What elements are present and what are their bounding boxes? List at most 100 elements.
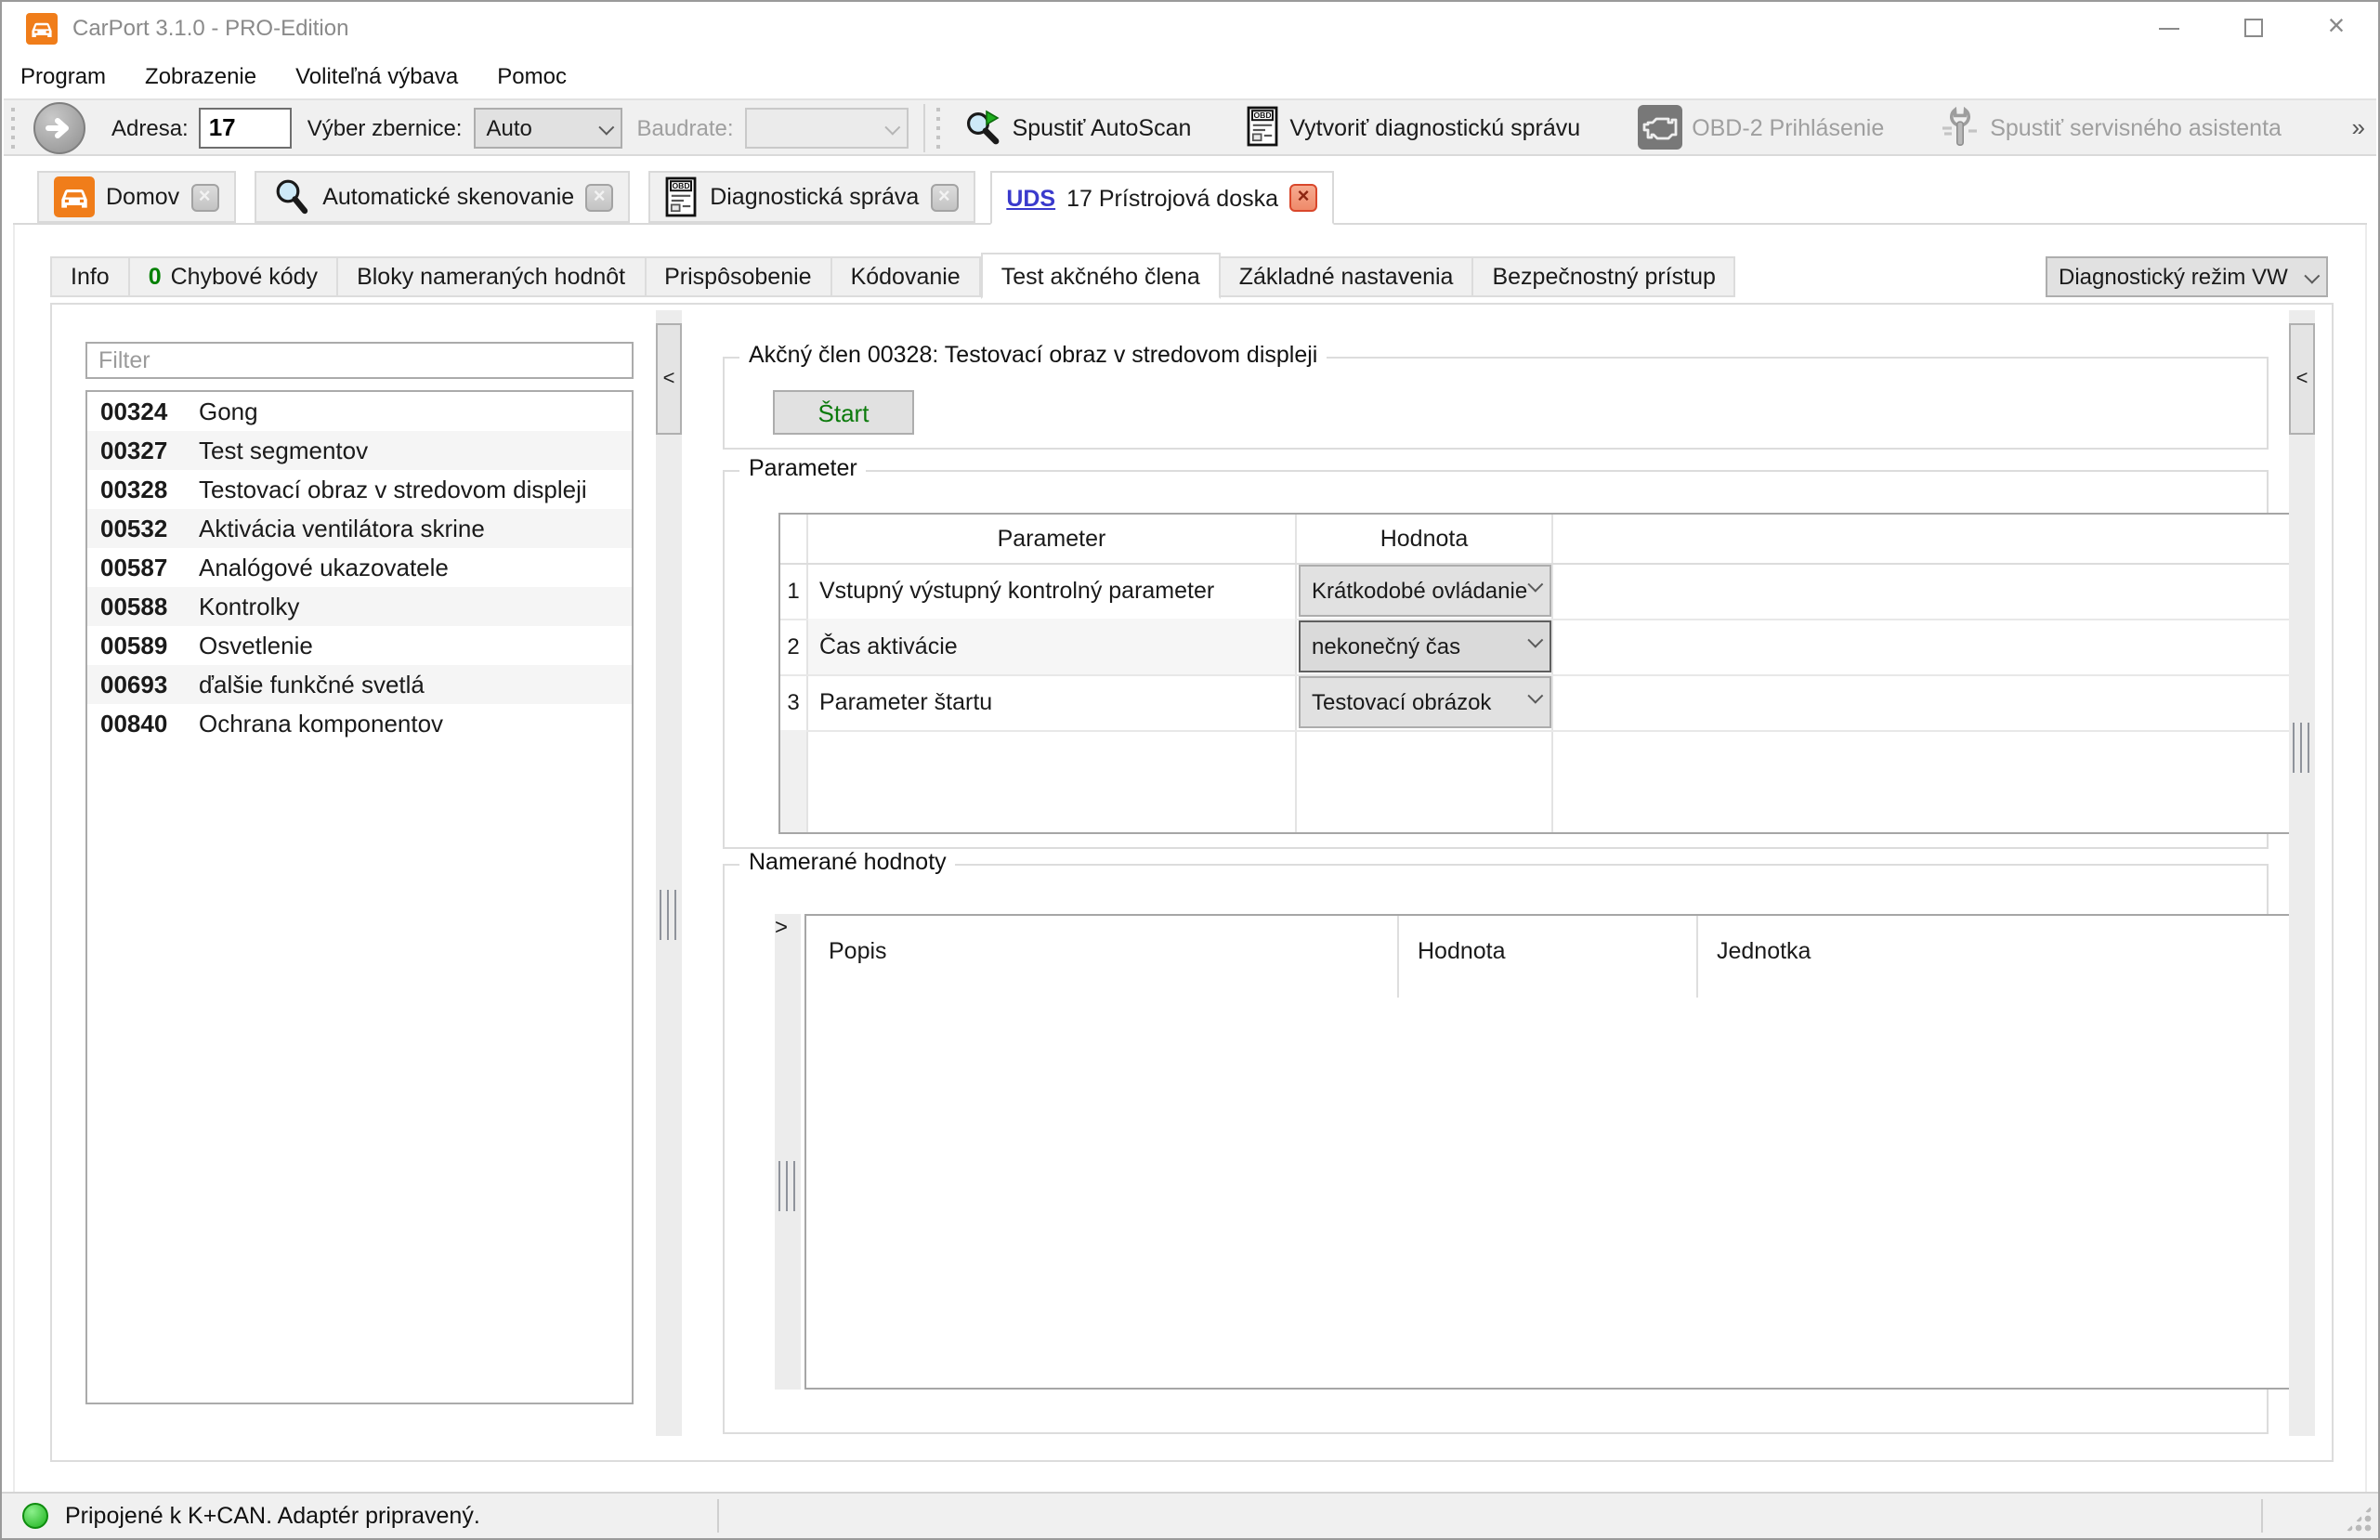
subtab-measured-blocks[interactable]: Bloky nameraných hodnôt (338, 256, 647, 297)
list-item[interactable]: 00327 Test segmentov (87, 431, 632, 470)
obd-login-label: OBD-2 Prihlásenie (1692, 114, 1885, 140)
parameter-value-select[interactable]: Krátkodobé ovládanie (1299, 565, 1551, 617)
tab-autoscan[interactable]: Automatické skenovanie × (254, 171, 631, 223)
actuator-test-panel: 00324 Gong 00327 Test segmentov 00328 Te… (50, 303, 2334, 1462)
car-icon (54, 176, 95, 217)
tab-label: Diagnostická správa (710, 184, 920, 210)
subtab-fault-codes[interactable]: 0 Chybové kódy (129, 256, 339, 297)
measured-values-title: Namerané hodnoty (739, 849, 956, 875)
subtab-label: Bloky nameraných hodnôt (357, 264, 626, 290)
toolbar-grip-left[interactable] (9, 107, 17, 148)
subtab-label: Info (71, 264, 110, 290)
col-header-popis: Popis (829, 938, 887, 964)
tab-uds-instrument-cluster[interactable]: UDS 17 Prístrojová doska × (989, 171, 1335, 225)
menu-pomoc[interactable]: Pomoc (478, 56, 585, 97)
actuator-list[interactable]: 00324 Gong 00327 Test segmentov 00328 Te… (85, 390, 634, 1404)
actuator-code: 00840 (100, 710, 168, 737)
list-item[interactable]: 00693 ďalšie funkčné svetlá (87, 665, 632, 704)
subtab-label: Chybové kódy (170, 264, 319, 290)
actuator-label: Test segmentov (199, 437, 369, 464)
parameter-groupbox-title: Parameter (739, 455, 867, 481)
obd-login-button[interactable]: OBD-2 Prihlásenie (1621, 100, 1899, 154)
actuator-code: 00693 (100, 671, 168, 698)
subtab-coding[interactable]: Kódovanie (831, 256, 981, 297)
menu-zobrazenie[interactable]: Zobrazenie (126, 56, 275, 97)
close-button[interactable]: × (2295, 2, 2378, 54)
right-splitter[interactable]: < (2289, 310, 2315, 1436)
connect-button[interactable] (33, 101, 85, 153)
autoscan-button[interactable]: Spustiť AutoScan (948, 100, 1207, 154)
parameter-value: nekonečný čas (1312, 633, 1461, 659)
actuator-code: 00589 (100, 632, 168, 659)
report-button[interactable]: OBD Vytvoriť diagnostickú správu (1232, 100, 1595, 154)
subtab-adaptation[interactable]: Prispôsobenie (646, 256, 832, 297)
start-button[interactable]: Štart (773, 390, 914, 435)
bus-select-value: Auto (486, 114, 532, 140)
tab-domov[interactable]: Domov × (37, 171, 236, 223)
parameter-value-select[interactable]: Testovací obrázok (1299, 676, 1551, 728)
toolbar-grip-mid[interactable] (934, 107, 942, 148)
tab-close-icon[interactable]: × (930, 183, 959, 211)
subtab-label: Prispôsobenie (664, 264, 812, 290)
magnifier-icon (270, 176, 311, 217)
menu-volitelna-vybava[interactable]: Voliteľná výbava (277, 56, 477, 97)
tab-close-icon[interactable]: × (190, 183, 219, 211)
tab-label: Domov (106, 184, 180, 210)
status-text: Pripojené k K+CAN. Adaptér pripravený. (65, 1503, 480, 1529)
subtab-info[interactable]: Info (50, 256, 130, 297)
diagnostic-mode-value: Diagnostický režim VW (2059, 264, 2288, 290)
subtab-actuator-test[interactable]: Test akčného člena (980, 253, 1221, 299)
collapse-right-button[interactable]: < (2289, 323, 2315, 435)
obd-report-icon: OBD (665, 176, 699, 218)
parameter-value-select[interactable]: nekonečný čas (1299, 620, 1551, 672)
baudrate-select (744, 107, 909, 148)
diagnostic-mode-select[interactable]: Diagnostický režim VW (2046, 256, 2328, 297)
window-controls: × (2127, 2, 2378, 54)
tab-close-icon[interactable]: × (585, 183, 614, 211)
actuator-code: 00587 (100, 554, 168, 581)
menu-program[interactable]: Program (2, 56, 124, 97)
window-title: CarPort 3.1.0 - PRO-Edition (72, 15, 349, 41)
subtab-security-access[interactable]: Bezpečnostný prístup (1473, 256, 1736, 297)
maximize-button[interactable] (2211, 2, 2295, 54)
list-item[interactable]: 00328 Testovací obraz v stredovom disple… (87, 470, 632, 509)
col-header-jednotka: Jednotka (1717, 938, 1811, 964)
resize-grip[interactable] (2345, 1505, 2373, 1533)
minimize-button[interactable] (2127, 2, 2211, 54)
list-item[interactable]: 00324 Gong (87, 392, 632, 431)
actuator-groupbox-title: Akčný člen 00328: Testovací obraz v stre… (739, 342, 1327, 368)
list-item[interactable]: 00588 Kontrolky (87, 587, 632, 626)
list-item[interactable]: 00587 Analógové ukazovatele (87, 548, 632, 587)
title-bar: CarPort 3.1.0 - PRO-Edition × (2, 2, 2378, 54)
address-input[interactable] (199, 107, 293, 148)
list-item[interactable]: 00532 Aktivácia ventilátora skrine (87, 509, 632, 548)
tab-close-icon[interactable]: × (1289, 184, 1318, 212)
actuator-code: 00324 (100, 398, 168, 425)
parameter-name: Vstupný výstupný kontrolný parameter (819, 578, 1215, 604)
actuator-label: Ochrana komponentov (199, 710, 444, 737)
chevron-down-icon (1527, 632, 1544, 648)
expand-measured-button[interactable]: > (775, 914, 801, 1022)
bus-select[interactable]: Auto (473, 107, 622, 148)
uds-tab-page: Info 0 Chybové kódy Bloky nameraných hod… (13, 225, 2367, 1492)
chevron-down-icon (2304, 268, 2321, 284)
toolbar-overflow-chevron[interactable]: » (2352, 113, 2365, 141)
svg-text:OBD: OBD (673, 180, 690, 189)
subtab-basic-settings[interactable]: Základné nastavenia (1220, 256, 1474, 297)
measured-splitter[interactable]: > (775, 914, 801, 1390)
actuator-code: 00327 (100, 437, 168, 464)
col-header-value: Hodnota (1380, 526, 1469, 552)
document-tab-bar: Domov × Automatické skenovanie × OBD Dia… (13, 171, 2367, 225)
filter-input[interactable] (85, 342, 634, 379)
list-item[interactable]: 00589 Osvetlenie (87, 626, 632, 665)
tab-diagnostic-report[interactable]: OBD Diagnostická správa × (648, 171, 975, 223)
list-splitter[interactable]: < (656, 310, 682, 1436)
service-assistant-button[interactable]: Spustiť servisného asistenta (1925, 100, 2296, 154)
carport-app-icon (26, 12, 58, 44)
col-header-parameter: Parameter (997, 526, 1106, 552)
fault-count-badge: 0 (148, 264, 162, 290)
list-item[interactable]: 00840 Ochrana komponentov (87, 704, 632, 743)
status-divider (2261, 1499, 2263, 1533)
collapse-list-button[interactable]: < (656, 323, 682, 435)
measured-values-groupbox: Namerané hodnoty > Popis Hodnota Jednotk… (723, 849, 2293, 1434)
